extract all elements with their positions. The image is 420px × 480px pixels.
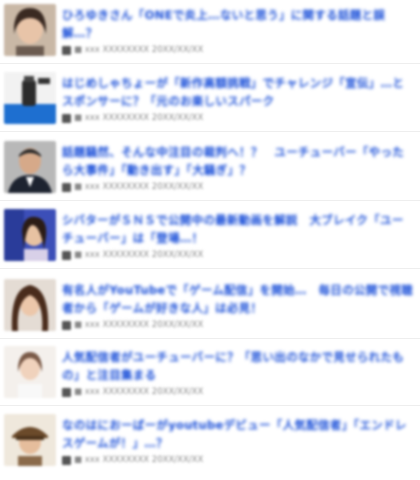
article-source: ■ xxx XXXXXXXX 20XX/XX/XX — [74, 387, 204, 397]
article-meta: ■ xxx XXXXXXXX 20XX/XX/XX — [62, 319, 203, 331]
article-item[interactable]: なのはにおーばーがyoutubeデビュー「人気配信者」「エンドレスゲームが！」…… — [0, 410, 420, 474]
article-thumbnail[interactable] — [4, 141, 56, 193]
article-title[interactable]: ひろゆきさん「ONEで炎上…ないと思う」に関する話題と誤解…？ — [62, 6, 414, 42]
article-meta: ■ xxx XXXXXXXX 20XX/XX/XX — [62, 454, 203, 466]
source-icon — [62, 250, 71, 260]
source-icon — [62, 387, 71, 397]
article-source: ■ xxx XXXXXXXX 20XX/XX/XX — [74, 455, 204, 465]
article-item[interactable]: 人気配信者がユーチューバーに？「思い出のなかで見せられたもの」と注目集まる ■ … — [0, 342, 420, 406]
article-title[interactable]: 有名人がYouTubeで「ゲーム配信」を開始… 毎日の公開で視聴者から「ゲームが… — [62, 281, 414, 317]
article-thumbnail[interactable] — [4, 279, 56, 331]
article-meta: ■ xxx XXXXXXXX 20XX/XX/XX — [62, 112, 203, 124]
article-meta: ■ xxx XXXXXXXX 20XX/XX/XX — [62, 44, 203, 56]
divider — [0, 405, 420, 406]
divider — [0, 200, 420, 201]
article-feed: ひろゆきさん「ONEで炎上…ないと思う」に関する話題と誤解…？ ■ xxx XX… — [0, 0, 420, 480]
article-item[interactable]: はじめしゃちょーが「新作高額挑戦」でチャレンジ「宣伝」…とスポンサーに？「元のお… — [0, 68, 420, 132]
article-title[interactable]: 人気配信者がユーチューバーに？「思い出のなかで見せられたもの」と注目集まる — [62, 348, 414, 384]
source-icon — [62, 45, 71, 55]
article-item[interactable]: 有名人がYouTubeで「ゲーム配信」を開始… 毎日の公開で視聴者から「ゲームが… — [0, 275, 420, 339]
divider — [0, 268, 420, 269]
source-icon — [62, 455, 71, 465]
source-icon — [62, 182, 71, 192]
divider — [0, 131, 420, 132]
divider — [0, 338, 420, 339]
article-title[interactable]: はじめしゃちょーが「新作高額挑戦」でチャレンジ「宣伝」…とスポンサーに？「元のお… — [62, 74, 414, 110]
article-title[interactable]: なのはにおーばーがyoutubeデビュー「人気配信者」「エンドレスゲームが！」…… — [62, 416, 414, 452]
article-item[interactable]: 話題騒然、そんな中注目の裁判へ！？ ユーチューバー「やったら大事件」「動き出す」… — [0, 137, 420, 201]
article-item[interactable]: ひろゆきさん「ONEで炎上…ないと思う」に関する話題と誤解…？ ■ xxx XX… — [0, 0, 420, 64]
article-title[interactable]: 話題騒然、そんな中注目の裁判へ！？ ユーチューバー「やったら大事件」「動き出す」… — [62, 143, 414, 179]
article-item[interactable]: シバターがＳＮＳで公開中の最新動画を解説 大ブレイク「ユーチューバー」は「登場…… — [0, 205, 420, 269]
article-source: ■ xxx XXXXXXXX 20XX/XX/XX — [74, 113, 204, 123]
source-icon — [62, 113, 71, 123]
article-thumbnail[interactable] — [4, 414, 56, 466]
article-thumbnail[interactable] — [4, 4, 56, 56]
article-source: ■ xxx XXXXXXXX 20XX/XX/XX — [74, 250, 204, 260]
article-source: ■ xxx XXXXXXXX 20XX/XX/XX — [74, 45, 204, 55]
source-icon — [62, 320, 71, 330]
article-meta: ■ xxx XXXXXXXX 20XX/XX/XX — [62, 249, 203, 261]
article-source: ■ xxx XXXXXXXX 20XX/XX/XX — [74, 320, 204, 330]
article-title[interactable]: シバターがＳＮＳで公開中の最新動画を解説 大ブレイク「ユーチューバー」は「登場…… — [62, 211, 414, 247]
article-meta: ■ xxx XXXXXXXX 20XX/XX/XX — [62, 181, 203, 193]
article-thumbnail[interactable] — [4, 346, 56, 398]
article-thumbnail[interactable] — [4, 72, 56, 124]
article-meta: ■ xxx XXXXXXXX 20XX/XX/XX — [62, 386, 203, 398]
article-thumbnail[interactable] — [4, 209, 56, 261]
divider — [0, 63, 420, 64]
article-source: ■ xxx XXXXXXXX 20XX/XX/XX — [74, 182, 204, 192]
